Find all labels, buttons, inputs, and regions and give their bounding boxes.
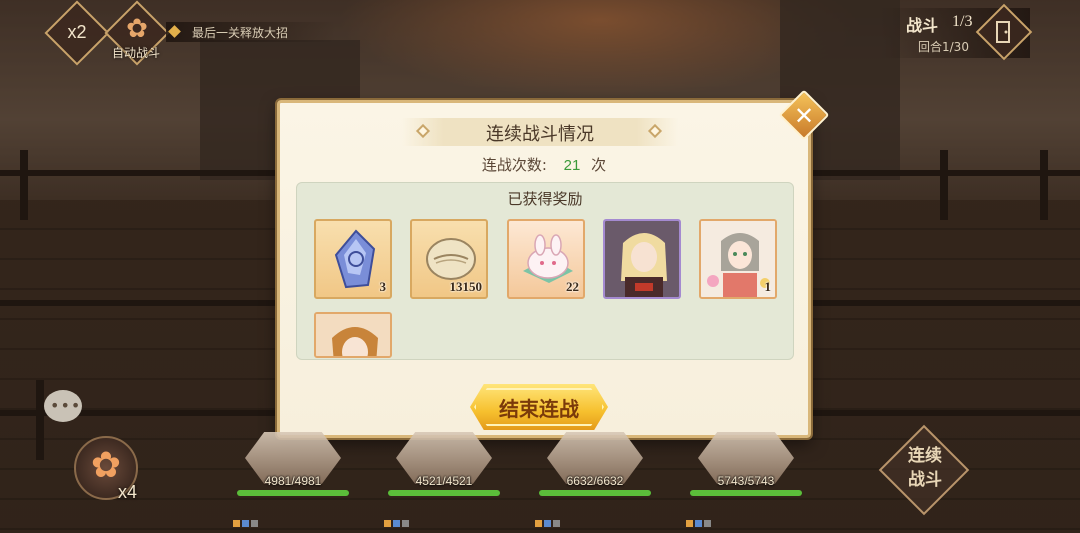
hero-hp-text: 6632/6632 bbox=[566, 474, 624, 488]
continuous-battle-label-line1: 连续 bbox=[908, 446, 942, 466]
continuous-battle-label: 连续 战斗 bbox=[893, 444, 957, 492]
streak-value: 21 bbox=[563, 157, 581, 174]
hero-hp-fill bbox=[539, 490, 651, 496]
hero-hp-fill bbox=[237, 490, 349, 496]
hero-portrait-icon bbox=[605, 221, 679, 297]
speed-label: x2 bbox=[67, 22, 87, 42]
reward-count: 22 bbox=[566, 279, 579, 294]
continuous-battle-label-line2: 战斗 bbox=[908, 470, 942, 490]
team-member-slot[interactable]: 4981/4981 bbox=[233, 432, 353, 527]
hero-hp-fill bbox=[388, 490, 500, 496]
dialog-title: 连续战斗情况 bbox=[486, 124, 594, 145]
reward-item-hero-card-blonde[interactable] bbox=[603, 219, 681, 299]
battle-count: 1/3 bbox=[952, 13, 973, 30]
hero-hp-bar bbox=[690, 490, 802, 496]
reward-item-hero-card-flower-girl[interactable]: 1 bbox=[699, 219, 777, 299]
reward-count: 3 bbox=[379, 279, 387, 294]
hero-hp-text: 4521/4521 bbox=[415, 474, 473, 488]
hero-energy-pips bbox=[384, 512, 411, 527]
hero-hp-bar bbox=[539, 490, 651, 496]
door-exit-icon bbox=[996, 21, 1010, 43]
reward-count: 13150 bbox=[449, 279, 483, 294]
reward-item-crystal[interactable]: 3 bbox=[314, 219, 392, 299]
reward-item-bunny[interactable]: 22 bbox=[507, 219, 585, 299]
hero-hp-fill bbox=[690, 490, 802, 496]
end-streak-button-label: 结束连战 bbox=[499, 397, 579, 421]
close-icon: ✕ bbox=[793, 102, 815, 130]
flower-icon: ✿ bbox=[126, 14, 148, 44]
reward-item-shell[interactable]: 13150 bbox=[410, 219, 488, 299]
hint-text: 最后一关释放大招 bbox=[192, 26, 289, 40]
team-member-slot[interactable]: 4521/4521 bbox=[384, 432, 504, 527]
team-member-slot[interactable]: 5743/5743 bbox=[686, 432, 806, 527]
skill-count: x4 bbox=[118, 482, 138, 502]
streak-unit: 次 bbox=[591, 156, 607, 174]
streak-row: 连战次数: 21 次 bbox=[280, 154, 808, 175]
chat-bubble-icon: ••• bbox=[50, 396, 82, 415]
rewards-title: 已获得奖励 bbox=[507, 190, 583, 208]
auto-battle-label: 自动战斗 bbox=[111, 46, 160, 60]
hero-hp-bar bbox=[237, 490, 349, 496]
hero-hp-text: 4981/4981 bbox=[264, 474, 322, 488]
hero-portrait-icon bbox=[316, 314, 390, 356]
hero-energy-pips bbox=[686, 512, 713, 527]
reward-count: 1 bbox=[764, 279, 772, 294]
team-member-slot[interactable]: 6632/6632 bbox=[535, 432, 655, 527]
hero-hp-bar bbox=[388, 490, 500, 496]
reward-item-hero-card-red-hair[interactable] bbox=[314, 312, 392, 358]
hero-hp-text: 5743/5743 bbox=[717, 474, 775, 488]
hero-energy-pips bbox=[233, 512, 260, 527]
round-counter: 回合1/30 bbox=[918, 40, 969, 54]
streak-label: 连战次数: bbox=[481, 156, 547, 174]
hero-energy-pips bbox=[535, 512, 562, 527]
battle-title: 战斗 bbox=[906, 16, 939, 35]
